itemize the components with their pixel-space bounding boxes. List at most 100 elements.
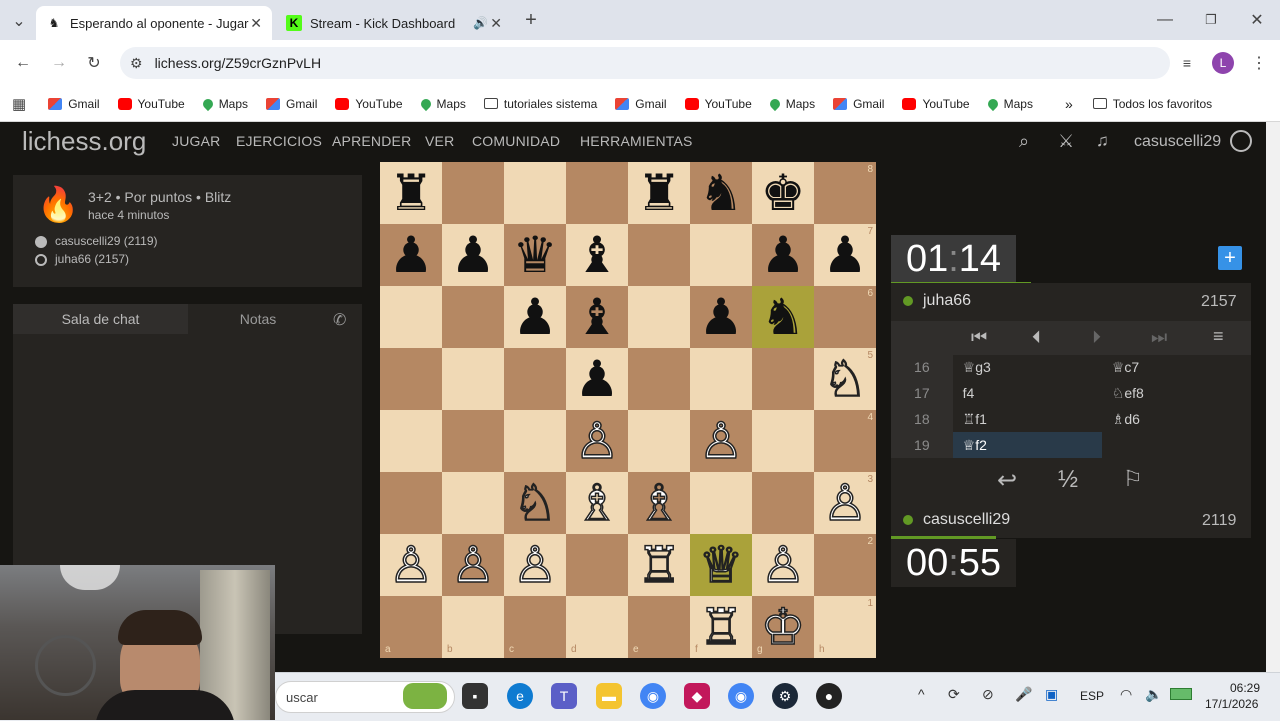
nav-aprender[interactable]: APRENDER: [332, 133, 411, 149]
square-a2[interactable]: ♙: [380, 534, 442, 596]
square-f6[interactable]: ♟: [690, 286, 752, 348]
square-a8[interactable]: ♜: [380, 162, 442, 224]
square-g1[interactable]: ♔ g: [752, 596, 814, 658]
bookmark-folder[interactable]: tutoriales sistema: [483, 97, 597, 111]
bookmark-maps[interactable]: Maps: [200, 96, 248, 111]
new-tab-icon[interactable]: +: [520, 8, 542, 32]
chess-piece[interactable]: ♙: [698, 410, 744, 472]
chess-piece[interactable]: ♙: [574, 410, 620, 472]
square-c7[interactable]: ♛: [504, 224, 566, 286]
square-h1[interactable]: 1h: [814, 596, 876, 658]
profile-avatar[interactable]: L: [1212, 52, 1234, 74]
wifi-icon[interactable]: ◠: [1120, 686, 1132, 703]
nav-ver[interactable]: VER: [425, 133, 454, 149]
square-b5[interactable]: [442, 348, 504, 410]
chess-piece[interactable]: ♜: [389, 162, 434, 224]
close-window-icon[interactable]: ✕: [1246, 8, 1268, 32]
white-player[interactable]: casuscelli29 (2119): [55, 234, 158, 248]
minimize-icon[interactable]: —: [1154, 8, 1176, 32]
close-tab-icon[interactable]: ✕: [250, 15, 262, 32]
chess-piece[interactable]: ♘: [822, 348, 868, 410]
task-view-icon[interactable]: ▪: [462, 683, 488, 709]
square-e1[interactable]: e: [628, 596, 690, 658]
prev-move-icon[interactable]: ⏴: [1032, 327, 1041, 348]
chess-piece[interactable]: ♞: [699, 162, 744, 224]
square-e7[interactable]: [628, 224, 690, 286]
chess-piece[interactable]: ♖: [636, 534, 682, 596]
square-b3[interactable]: [442, 472, 504, 534]
bookmark-youtube[interactable]: YouTube: [117, 97, 185, 111]
media-control-icon[interactable]: ≡: [1176, 52, 1198, 74]
close-tab-icon[interactable]: ✕: [490, 15, 502, 32]
square-e6[interactable]: [628, 286, 690, 348]
bookmark-maps[interactable]: Maps: [985, 96, 1033, 111]
chess-piece[interactable]: ♙: [450, 534, 496, 596]
square-f1[interactable]: ♖ f: [690, 596, 752, 658]
square-c3[interactable]: ♘: [504, 472, 566, 534]
square-c8[interactable]: [504, 162, 566, 224]
square-a7[interactable]: ♟: [380, 224, 442, 286]
chess-piece[interactable]: ♛: [513, 224, 558, 286]
bookmark-gmail[interactable]: Gmail: [48, 97, 100, 111]
square-g7[interactable]: ♟: [752, 224, 814, 286]
last-move-icon[interactable]: ⏭: [1151, 327, 1167, 348]
teams-icon[interactable]: T: [551, 683, 577, 709]
chess-piece[interactable]: ♝: [575, 224, 620, 286]
offer-draw-button[interactable]: ½: [1058, 466, 1078, 494]
add-time-button[interactable]: +: [1218, 246, 1242, 270]
square-c5[interactable]: [504, 348, 566, 410]
square-h5[interactable]: ♘ 5: [814, 348, 876, 410]
square-b8[interactable]: [442, 162, 504, 224]
square-h6[interactable]: 6: [814, 286, 876, 348]
chess-piece[interactable]: ♗: [636, 472, 682, 534]
square-a5[interactable]: [380, 348, 442, 410]
site-logo[interactable]: lichess.org: [22, 126, 146, 157]
chess-board[interactable]: ♜ ♜ ♞ ♚ 8 ♟ ♟ ♛ ♝ ♟ ♟ 7 ♟ ♝ ♟ ♞ 6 ♟ ♘ 5 ♙ ♙ 4 ♘ ♗ ♗ ♙ 3 ♙ ♙ ♙ ♖ ♕ ♙ 2 a b c d e…: [380, 162, 876, 658]
square-h8[interactable]: 8: [814, 162, 876, 224]
chrome-profile-icon[interactable]: ◉: [728, 683, 754, 709]
tab-kick[interactable]: K Stream - Kick Dashboard 🔊 ✕: [276, 6, 512, 40]
chess-piece[interactable]: ♚: [761, 162, 806, 224]
back-icon[interactable]: ←: [12, 52, 34, 74]
bookmark-maps[interactable]: Maps: [418, 96, 466, 111]
square-d6[interactable]: ♝: [566, 286, 628, 348]
nav-comunidad[interactable]: COMUNIDAD: [472, 133, 560, 149]
m365-icon[interactable]: ◆: [684, 683, 710, 709]
square-e3[interactable]: ♗: [628, 472, 690, 534]
bookmark-gmail[interactable]: Gmail: [833, 97, 884, 111]
tray-chevron-icon[interactable]: ^: [918, 686, 925, 702]
search-icon[interactable]: ⌕: [1019, 131, 1029, 152]
tray-network-off-icon[interactable]: ⊘: [982, 686, 994, 703]
first-move-icon[interactable]: ⏮: [971, 327, 987, 348]
chrome-icon[interactable]: ◉: [640, 683, 666, 709]
square-b4[interactable]: [442, 410, 504, 472]
square-d3[interactable]: ♗: [566, 472, 628, 534]
swords-icon[interactable]: ⚔: [1058, 131, 1074, 152]
steam-icon[interactable]: ⚙: [772, 683, 798, 709]
chess-piece[interactable]: ♙: [760, 534, 806, 596]
square-a6[interactable]: [380, 286, 442, 348]
square-c4[interactable]: [504, 410, 566, 472]
square-f4[interactable]: ♙: [690, 410, 752, 472]
square-f7[interactable]: [690, 224, 752, 286]
square-d4[interactable]: ♙: [566, 410, 628, 472]
square-c2[interactable]: ♙: [504, 534, 566, 596]
tab-chat[interactable]: Sala de chat: [13, 304, 188, 334]
chess-piece[interactable]: ♜: [637, 162, 682, 224]
square-b2[interactable]: ♙: [442, 534, 504, 596]
bookmark-gmail[interactable]: Gmail: [266, 97, 317, 111]
square-b1[interactable]: b: [442, 596, 504, 658]
more-bookmarks-icon[interactable]: »: [1065, 96, 1073, 112]
square-e2[interactable]: ♖: [628, 534, 690, 596]
bookmark-maps[interactable]: Maps: [767, 96, 815, 111]
search-highlight-icon[interactable]: [403, 683, 447, 709]
bookmark-youtube[interactable]: YouTube: [335, 97, 403, 111]
menu-icon[interactable]: ≡: [1213, 326, 1224, 347]
square-g4[interactable]: [752, 410, 814, 472]
battery-icon[interactable]: [1170, 688, 1192, 700]
bookmark-youtube[interactable]: YouTube: [684, 97, 752, 111]
input-language[interactable]: ESP: [1080, 689, 1104, 703]
chess-piece[interactable]: ♔: [760, 596, 806, 658]
chess-piece[interactable]: ♖: [698, 596, 744, 658]
square-e4[interactable]: [628, 410, 690, 472]
